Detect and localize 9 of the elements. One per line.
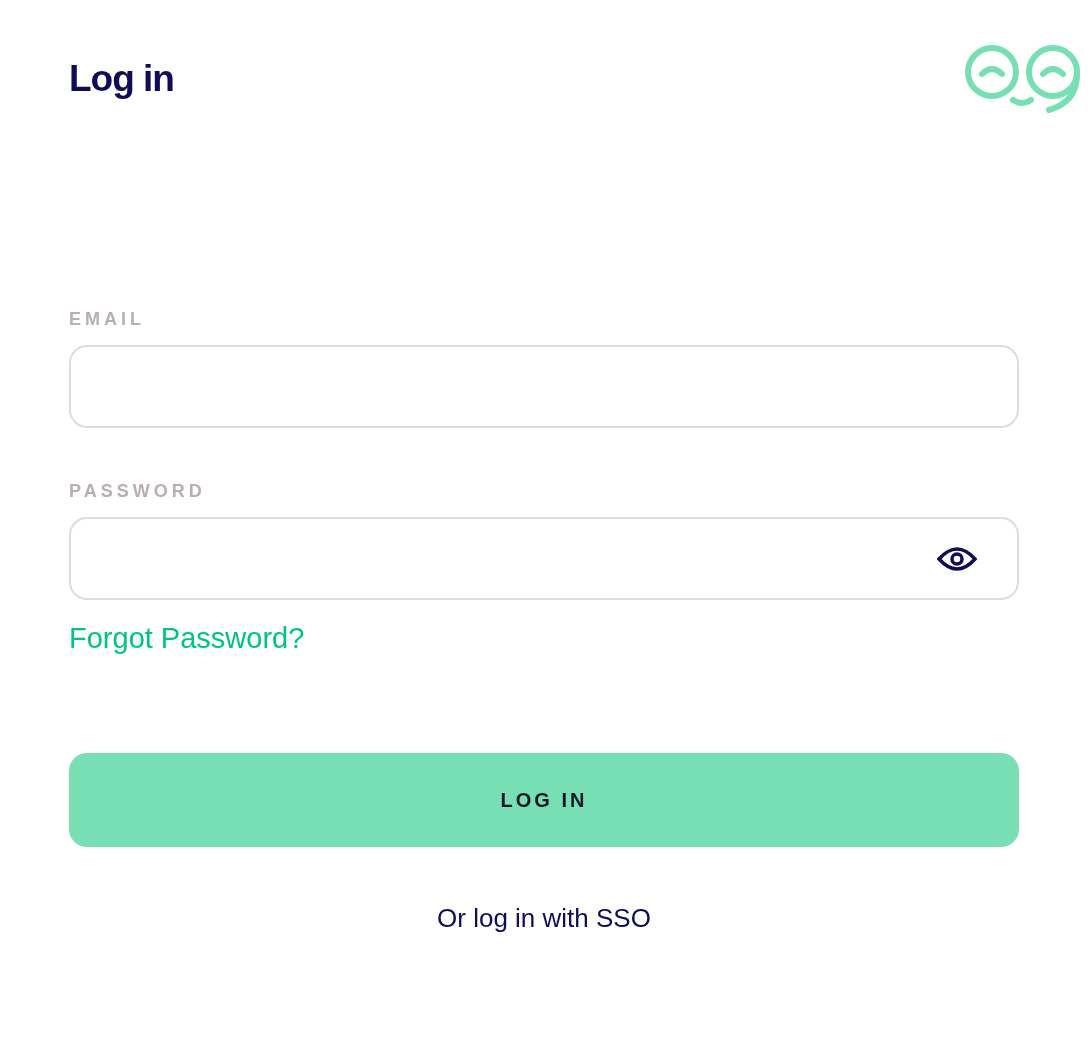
login-button[interactable]: LOG IN	[69, 753, 1019, 847]
field-label: PASSWORD	[69, 480, 207, 502]
eye-icon[interactable]	[937, 544, 977, 573]
email-field[interactable]	[69, 345, 1019, 428]
field-label: EMAIL	[69, 308, 146, 330]
sso-link[interactable]: Or log in with SSO	[437, 899, 651, 938]
password-field[interactable]	[69, 517, 1019, 600]
page-title: Log in	[69, 57, 174, 102]
logo-icon	[965, 44, 1083, 114]
